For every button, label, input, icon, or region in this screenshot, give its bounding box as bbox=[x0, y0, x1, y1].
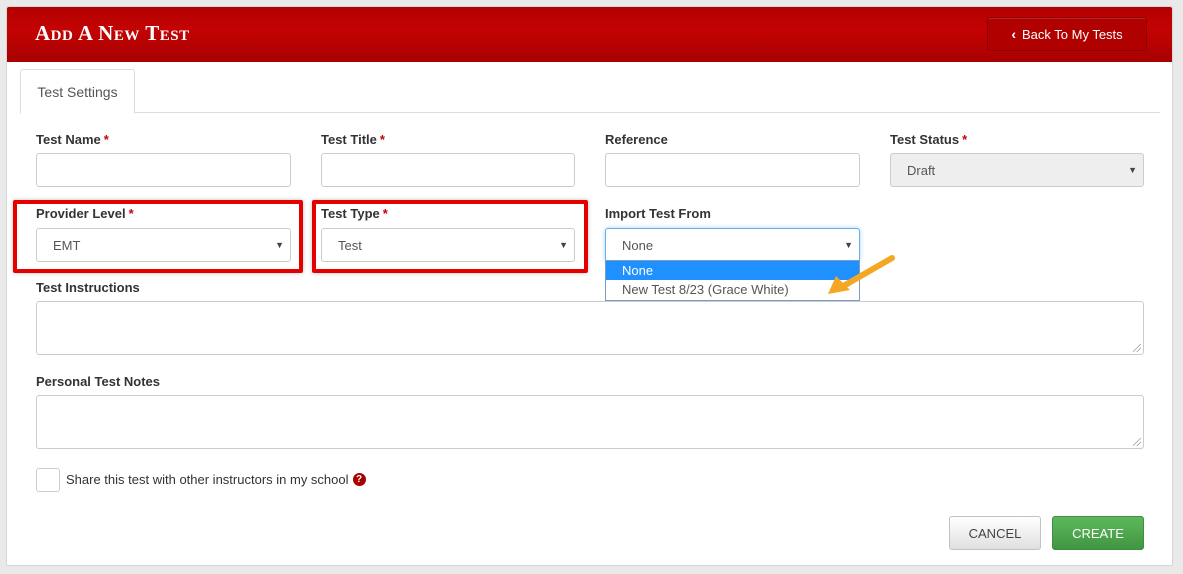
provider-level-select[interactable]: EMT ▼ bbox=[36, 228, 291, 262]
import-test-from-value: None bbox=[622, 237, 654, 253]
page-header: Add A New Test ‹ Back To My Tests bbox=[7, 7, 1172, 62]
reference-input[interactable] bbox=[605, 153, 860, 187]
help-icon[interactable]: ? bbox=[352, 473, 366, 486]
test-name-label: Test Name * bbox=[36, 132, 109, 147]
caret-down-icon: ▼ bbox=[1128, 165, 1137, 175]
share-test-label: Share this test with other instructors i… bbox=[66, 472, 366, 487]
test-title-label: Test Title * bbox=[321, 132, 385, 147]
test-status-label: Test Status * bbox=[890, 132, 968, 147]
create-button[interactable]: Create bbox=[1052, 516, 1144, 550]
personal-test-notes-textarea[interactable] bbox=[36, 395, 1144, 449]
personal-test-notes-label: Personal Test Notes bbox=[36, 374, 161, 389]
caret-down-icon: ▼ bbox=[275, 240, 284, 250]
provider-level-label: Provider Level * bbox=[36, 206, 134, 221]
test-instructions-label: Test Instructions bbox=[36, 280, 140, 295]
resize-grip-icon[interactable] bbox=[1133, 438, 1141, 446]
test-instructions-textarea[interactable] bbox=[36, 301, 1144, 355]
test-name-input[interactable] bbox=[36, 153, 291, 187]
cancel-button[interactable]: Cancel bbox=[949, 516, 1041, 550]
back-button-label: Back To My Tests bbox=[1022, 26, 1123, 42]
test-type-select[interactable]: Test ▼ bbox=[321, 228, 575, 262]
resize-grip-icon[interactable] bbox=[1133, 344, 1141, 352]
test-status-select[interactable]: Draft ▼ bbox=[890, 153, 1144, 187]
provider-level-value: EMT bbox=[53, 237, 81, 253]
reference-label: Reference bbox=[605, 132, 668, 147]
test-type-label: Test Type * bbox=[321, 206, 388, 221]
tab-bar: Test Settings bbox=[20, 69, 1160, 114]
page: Add A New Test ‹ Back To My Tests Test S… bbox=[6, 6, 1173, 566]
back-to-my-tests-button[interactable]: ‹ Back To My Tests bbox=[987, 17, 1147, 51]
test-title-input[interactable] bbox=[321, 153, 575, 187]
share-test-checkbox[interactable] bbox=[36, 468, 60, 492]
tab-test-settings[interactable]: Test Settings bbox=[20, 69, 135, 114]
caret-down-icon: ▼ bbox=[844, 240, 853, 250]
caret-down-icon: ▼ bbox=[559, 240, 568, 250]
arrow-annotation-icon bbox=[828, 255, 895, 294]
test-status-value: Draft bbox=[907, 162, 936, 178]
import-test-from-label: Import Test From bbox=[605, 206, 711, 221]
share-test-text: Share this test with other instructors i… bbox=[66, 472, 349, 487]
test-type-value: Test bbox=[338, 237, 362, 253]
page-title: Add A New Test bbox=[35, 21, 190, 45]
chevron-left-icon: ‹ bbox=[1011, 26, 1016, 42]
